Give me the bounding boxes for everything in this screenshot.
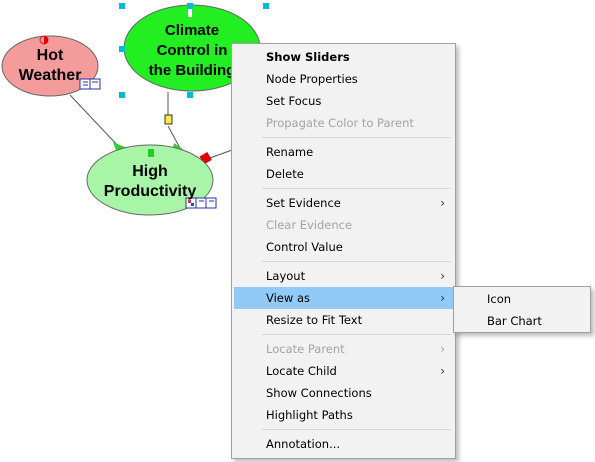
submenu-arrow-icon: › — [440, 196, 445, 210]
view-as-submenu: Icon Bar Chart — [453, 286, 591, 333]
submenu-item-label: Icon — [487, 292, 512, 306]
menu-item-label: View as — [266, 291, 310, 305]
submenu-item-bar-chart[interactable]: Bar Chart — [456, 310, 588, 332]
edge-productivity-outgoing[interactable] — [209, 149, 233, 159]
menu-item-set-focus[interactable]: Set Focus — [234, 90, 453, 112]
menu-item-label: Locate Parent — [266, 342, 345, 356]
menu-separator — [262, 188, 451, 189]
menu-item-label: Locate Child — [266, 364, 337, 378]
edge-hot-weather-to-productivity[interactable] — [69, 94, 121, 149]
menu-item-label: Annotation... — [266, 437, 341, 451]
submenu-arrow-icon: › — [440, 291, 445, 305]
menu-item-rename[interactable]: Rename — [234, 141, 453, 163]
menu-item-annotation[interactable]: Annotation... — [234, 433, 453, 455]
menu-item-control-value[interactable]: Control Value — [234, 236, 453, 258]
menu-item-resize-to-fit[interactable]: Resize to Fit Text — [234, 309, 453, 331]
menu-item-label: Layout — [266, 269, 306, 283]
menu-separator — [262, 334, 451, 335]
menu-item-highlight-paths[interactable]: Highlight Paths — [234, 404, 453, 426]
menu-item-show-connections[interactable]: Show Connections — [234, 382, 453, 404]
menu-item-set-evidence[interactable]: Set Evidence › — [234, 192, 453, 214]
submenu-arrow-icon: › — [440, 364, 445, 378]
submenu-item-icon[interactable]: Icon — [456, 288, 588, 310]
edge-control-point-icon[interactable] — [164, 114, 173, 125]
menu-item-label: Show Connections — [266, 386, 372, 400]
node-status-indicator-icon — [148, 149, 154, 157]
menu-item-clear-evidence: Clear Evidence — [234, 214, 453, 236]
menu-item-label: Node Properties — [266, 72, 358, 86]
menu-separator — [262, 429, 451, 430]
menu-item-label: Highlight Paths — [266, 408, 353, 422]
menu-item-layout[interactable]: Layout › — [234, 265, 453, 287]
menu-item-delete[interactable]: Delete — [234, 163, 453, 185]
context-menu: Show Sliders Node Properties Set Focus P… — [231, 43, 456, 459]
menu-item-view-as[interactable]: View as › — [234, 287, 453, 309]
menu-separator — [262, 137, 451, 138]
submenu-arrow-icon: › — [440, 342, 445, 356]
menu-item-label: Clear Evidence — [266, 218, 353, 232]
menu-item-node-properties[interactable]: Node Properties — [234, 68, 453, 90]
menu-item-label: Propagate Color to Parent — [266, 116, 414, 130]
menu-item-label: Rename — [266, 145, 314, 159]
menu-item-label: Control Value — [266, 240, 343, 254]
menu-item-label: Set Focus — [266, 94, 322, 108]
node-label-high-productivity: High Productivity — [103, 163, 197, 200]
node-status-indicator-icon — [188, 9, 192, 17]
menu-item-locate-parent: Locate Parent › — [234, 338, 453, 360]
menu-item-label: Delete — [266, 167, 304, 181]
submenu-item-label: Bar Chart — [487, 314, 542, 328]
menu-item-label: Set Evidence — [266, 196, 341, 210]
menu-separator — [262, 261, 451, 262]
menu-item-label: Show Sliders — [266, 50, 350, 64]
menu-item-propagate-color: Propagate Color to Parent — [234, 112, 453, 134]
node-label-hot-weather: Hot Weather — [18, 47, 82, 84]
submenu-arrow-icon: › — [440, 269, 445, 283]
menu-item-show-sliders[interactable]: Show Sliders — [234, 46, 453, 68]
menu-item-locate-child[interactable]: Locate Child › — [234, 360, 453, 382]
menu-item-label: Resize to Fit Text — [266, 313, 363, 327]
